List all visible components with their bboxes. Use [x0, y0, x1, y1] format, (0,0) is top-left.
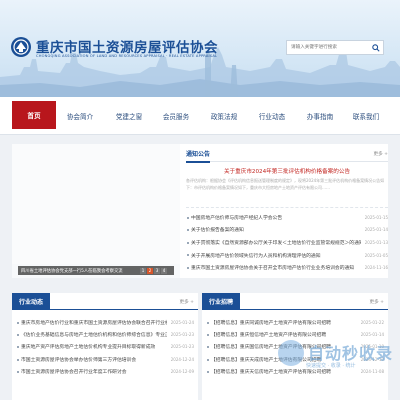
nav-contact[interactable]: 联系我们	[344, 106, 388, 126]
list-item-title[interactable]: 重庆市房地产估价行业和重庆市国土资源房屋评估协会联合召开行业机构座谈会	[16, 319, 167, 326]
nav-guide[interactable]: 办事指南	[298, 106, 342, 126]
search-input[interactable]	[287, 41, 369, 54]
watermark-logo-icon	[278, 340, 304, 366]
recruitment-title[interactable]: 行业招聘	[202, 293, 241, 310]
list-item-date: 2024-12-09	[170, 369, 194, 375]
industry-news-panel: 行业动态 更多 + 重庆市房地产估价行业和重庆市国土资源房屋评估协会联合召开行业…	[12, 293, 198, 400]
notice-panel: 通知公告 更多 + 关于重庆市2024年第三批评估机构价格备案的公告 各评估机构…	[186, 144, 388, 278]
list-item[interactable]: 重庆市国土资源房屋评估协会关于召开全市房地产估价行业业务培训会的通知 2024-1…	[186, 261, 388, 274]
list-item[interactable]: 中国房地产估价师与房地产经纪人学会公告 2025-01-15	[186, 211, 388, 224]
site-header: 重庆市国土资源房屋评估协会 CHONGQING ASSOCIATION OF L…	[0, 0, 400, 97]
slider-dot[interactable]: 1	[140, 267, 146, 274]
notice-summary: 各评估机构：根据协会《评估机构信息报送管理制度的规定》，现将2024年第三批评估…	[186, 178, 388, 208]
list-item-title[interactable]: 市国土资源房屋评估协会举办估价师第三方评估培训会	[16, 356, 136, 363]
industry-news-more-link[interactable]: 更多 +	[180, 299, 195, 305]
list-item-date: 2025-01-05	[364, 252, 388, 258]
recruitment-more-link[interactable]: 更多 +	[370, 299, 385, 305]
list-item-title[interactable]: 关于贯彻落实《自然资源部办公厅关于印发＜土地估价行业监管常规规范＞的通知》	[186, 239, 361, 246]
nav-party[interactable]: 党建之窗	[106, 106, 152, 126]
search-icon[interactable]	[369, 41, 383, 54]
nav-industry-news[interactable]: 行业动态	[252, 106, 292, 126]
list-item[interactable]: 市国土资源房屋评估协会召开行业年度工作研讨会 2024-12-09	[16, 366, 194, 378]
list-item[interactable]: 重庆地产资产评估房地产土地估价机构专业提升目标取得新成效 2025-01-23	[16, 341, 194, 353]
nav-member-service[interactable]: 会员服务	[154, 106, 198, 126]
list-item-date: 2025-01-14	[360, 332, 384, 338]
list-item-date: 2025-01-23	[170, 332, 194, 338]
list-item-title[interactable]: 市国土资源房屋评估协会召开行业年度工作研讨会	[16, 368, 127, 375]
list-item[interactable]: 市国土资源房屋评估协会举办估价师第三方评估培训会 2024-12-24	[16, 353, 194, 365]
nav-policy[interactable]: 政策法规	[202, 106, 246, 126]
list-item-date: 2025-01-14	[364, 227, 388, 233]
slider-dot-active[interactable]: 2	[147, 267, 153, 274]
list-item[interactable]: 关于开展房地产估价领域失信行为人员和机构清理评估的通知 2025-01-05	[186, 249, 388, 262]
notice-list: 中国房地产估价师与房地产经纪人学会公告 2025-01-15 关于估价报告备案的通…	[186, 211, 388, 274]
slider-dots: 1 2 3 4	[140, 267, 167, 274]
list-item[interactable]: 【招聘信息】重庆同诚房地产土地资产评估有限公司招聘 2025-01-22	[206, 316, 384, 328]
nav-about[interactable]: 协会简介	[60, 106, 100, 126]
image-slider[interactable]: 四川省土地评估协会党支部一行5人莅临我会考察交流 1 2 3 4	[12, 144, 180, 278]
nav-home[interactable]: 首页	[12, 101, 56, 129]
list-item-date: 2025-01-24	[170, 319, 194, 325]
industry-news-list: 重庆市房地产估价行业和重庆市国土资源房屋评估协会联合召开行业机构座谈会2025-…	[12, 316, 198, 378]
notice-headline[interactable]: 关于重庆市2024年第三批评估机构价格备案的公告	[186, 167, 388, 175]
site-subtitle: CHONGQING ASSOCIATION OF LAND AND RESOUR…	[36, 54, 218, 58]
list-item-date: 2025-01-13	[364, 239, 388, 245]
slider-dot[interactable]: 4	[161, 267, 167, 274]
list-item[interactable]: 关于估价报告备案的通知 2025-01-14	[186, 224, 388, 237]
watermark-subtext: 快速提交 · 收录 · 统计	[306, 363, 356, 369]
list-item[interactable]: 重庆市房地产估价行业和重庆市国土资源房屋评估协会联合召开行业机构座谈会2025-…	[16, 316, 194, 328]
notice-tab[interactable]: 通知公告	[186, 149, 211, 163]
main-content: 四川省土地评估协会党支部一行5人莅临我会考察交流 1 2 3 4 通知公告 更多…	[12, 144, 388, 278]
list-item-date: 2025-01-15	[364, 214, 388, 220]
list-item-date: 2025-01-22	[360, 319, 384, 325]
site-title: 重庆市国土资源房屋评估协会	[36, 40, 218, 56]
notice-more-link[interactable]: 更多 +	[374, 151, 389, 157]
list-item-date: 2025-01-23	[170, 344, 194, 350]
list-item-title[interactable]: 关于估价报告备案的通知	[186, 226, 244, 233]
list-item-title[interactable]: 【招聘信息】重庆同诚房地产土地资产评估有限公司招聘	[206, 319, 331, 326]
list-item-date: 2024-11-16	[364, 265, 388, 271]
slider-caption[interactable]: 四川省土地评估协会党支部一行5人莅临我会考察交流	[21, 268, 137, 274]
watermark-text: 自动秒收录	[308, 344, 394, 363]
association-logo-icon	[11, 37, 31, 57]
slider-caption-bar: 四川省土地评估协会党支部一行5人莅临我会考察交流 1 2 3 4	[18, 266, 174, 275]
list-item[interactable]: 《估价业务基础信息与房地产土地估价机构和估价师综合信息》专业正式发布2025-0…	[16, 328, 194, 340]
list-item-title[interactable]: 关于开展房地产估价领域失信行为人员和机构清理评估的通知	[186, 252, 321, 259]
list-item-title[interactable]: 重庆地产资产评估房地产土地估价机构专业提升目标取得新成效	[16, 343, 155, 350]
recruitment-header: 行业招聘 更多 +	[202, 293, 388, 310]
industry-news-header: 行业动态 更多 +	[12, 293, 198, 310]
watermark: 自动秒收录 快速提交 · 收录 · 统计	[278, 338, 396, 374]
search-box	[286, 40, 384, 55]
list-item-title[interactable]: 中国房地产估价师与房地产经纪人学会公告	[186, 214, 282, 221]
list-item-title[interactable]: 重庆市国土资源房屋评估协会关于召开全市房地产估价行业业务培训会的通知	[186, 264, 354, 271]
slider-dot[interactable]: 3	[154, 267, 160, 274]
slider-image[interactable]	[12, 144, 180, 264]
notice-header: 通知公告 更多 +	[186, 144, 389, 163]
list-item[interactable]: 关于贯彻落实《自然资源部办公厅关于印发＜土地估价行业监管常规规范＞的通知》 202…	[186, 236, 388, 249]
list-item-title[interactable]: 《估价业务基础信息与房地产土地估价机构和估价师综合信息》专业正式发布	[16, 331, 167, 338]
industry-news-title[interactable]: 行业动态	[12, 293, 51, 310]
list-item-date: 2024-12-24	[170, 356, 194, 362]
main-nav: 首页 协会简介 党建之窗 会员服务 政策法规 行业动态 办事指南 联系我们	[0, 97, 400, 135]
